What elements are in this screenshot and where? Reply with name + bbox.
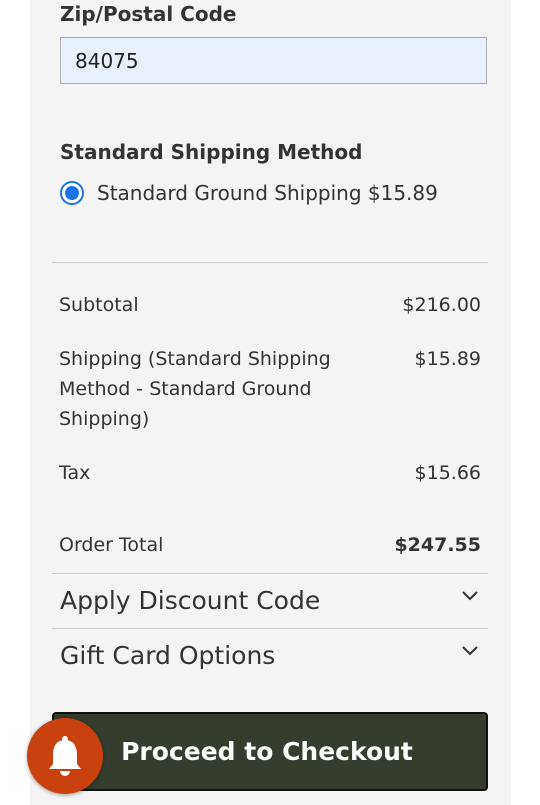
shipping-method-heading: Standard Shipping Method <box>60 140 363 164</box>
order-total-label: Order Total <box>59 534 164 556</box>
proceed-to-checkout-button[interactable]: Proceed to Checkout <box>52 712 488 791</box>
shipping-label-line3: Shipping) <box>59 408 150 430</box>
zip-label: Zip/Postal Code <box>60 2 237 26</box>
chevron-down-icon <box>462 646 478 656</box>
bell-icon <box>49 736 81 776</box>
divider <box>52 262 488 263</box>
notification-button[interactable] <box>27 718 103 794</box>
shipping-option-label[interactable]: Standard Ground Shipping $15.89 <box>97 181 438 205</box>
subtotal-label: Subtotal <box>59 294 139 316</box>
radio-selected-dot <box>65 186 79 200</box>
gift-card-accordion[interactable]: Gift Card Options <box>52 628 488 682</box>
apply-discount-label: Apply Discount Code <box>60 585 321 615</box>
shipping-option-row[interactable]: Standard Ground Shipping $15.89 <box>60 176 438 210</box>
shipping-label-line1: Shipping (Standard Shipping <box>59 348 331 370</box>
tax-value: $15.66 <box>414 462 481 484</box>
order-total-value: $247.55 <box>394 534 481 556</box>
apply-discount-accordion[interactable]: Apply Discount Code <box>52 573 488 627</box>
shipping-option-radio[interactable] <box>60 181 84 205</box>
chevron-down-icon <box>462 591 478 601</box>
zip-input[interactable] <box>60 37 487 84</box>
shipping-label-line2: Method - Standard Ground <box>59 378 312 400</box>
checkout-button-label: Proceed to Checkout <box>121 737 413 766</box>
subtotal-value: $216.00 <box>402 294 481 316</box>
shipping-value: $15.89 <box>414 348 481 370</box>
gift-card-label: Gift Card Options <box>60 640 276 670</box>
tax-label: Tax <box>59 462 91 484</box>
